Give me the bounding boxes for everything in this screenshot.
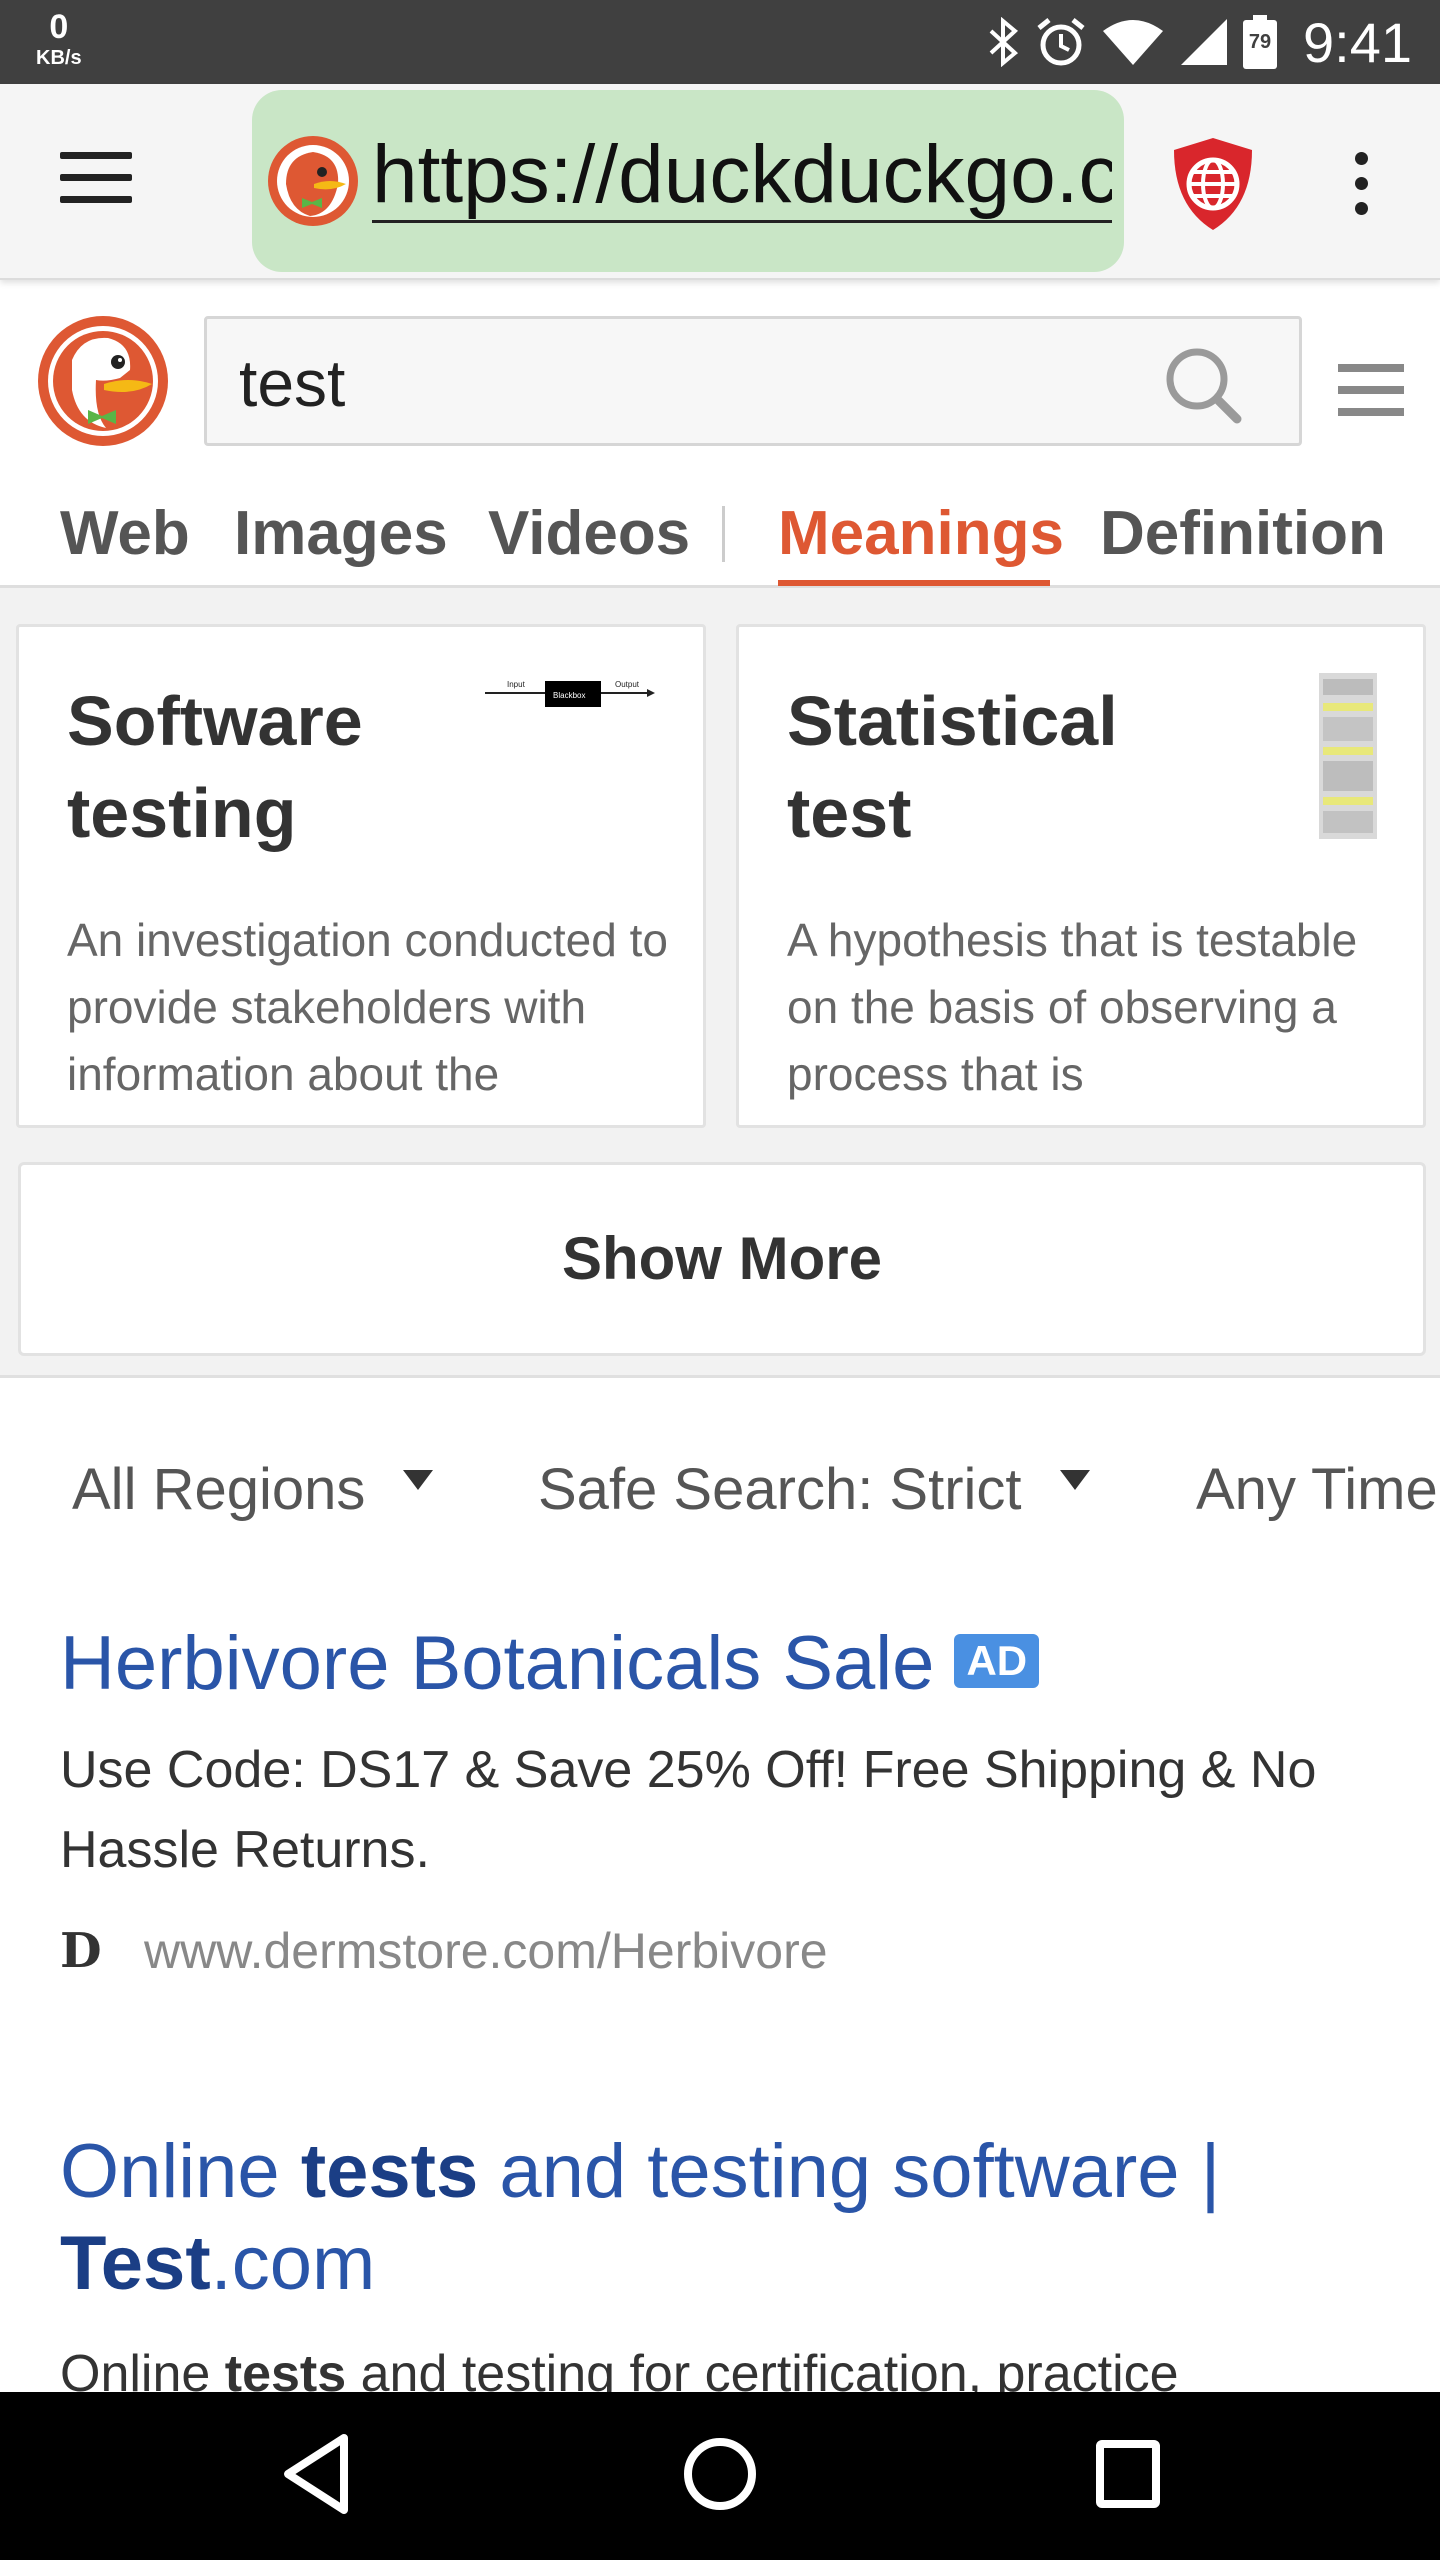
safe-search-filter-label: Safe Search: Strict <box>538 1457 1022 1522</box>
search-input[interactable]: test <box>239 345 345 421</box>
result-title-part[interactable]: Online <box>60 2129 301 2214</box>
kebab-menu-icon[interactable] <box>1346 152 1376 222</box>
bluetooth-icon <box>989 17 1019 67</box>
home-icon[interactable] <box>682 2432 758 2516</box>
diagram-input-label: Input <box>507 680 526 689</box>
recents-icon[interactable] <box>1092 2432 1164 2516</box>
address-bar[interactable]: https://duckduckgo.com/?q=test <box>252 90 1124 272</box>
network-speed-unit: KB/s <box>36 47 82 69</box>
result-title-highlight[interactable]: Test <box>60 2221 211 2306</box>
active-tab-indicator <box>778 580 1050 586</box>
result-title-text[interactable]: Herbivore Botanicals Sale <box>60 1621 934 1706</box>
region-filter[interactable]: All Regions <box>72 1456 434 1523</box>
result-title-part[interactable]: .com <box>211 2221 376 2306</box>
tab-definition[interactable]: Definition <box>1100 498 1386 569</box>
show-more-button[interactable]: Show More <box>18 1162 1426 1356</box>
result-url-text[interactable]: www.dermstore.com/Herbivore <box>144 1922 828 1980</box>
site-favicon-icon: D <box>60 1923 102 1979</box>
search-tabs: Web Images Videos Meanings Definition <box>0 480 1440 588</box>
safe-search-filter[interactable]: Safe Search: Strict <box>538 1456 1090 1523</box>
back-icon[interactable] <box>280 2432 352 2516</box>
battery-level: 79 <box>1248 31 1272 53</box>
meaning-card-description: An investigation conducted to provide st… <box>67 914 668 1100</box>
region-filter-label: All Regions <box>72 1457 366 1522</box>
time-filter[interactable]: Any Time <box>1196 1456 1438 1523</box>
magnifier-icon[interactable] <box>1163 345 1243 425</box>
blackbox-diagram-image: Input Blackbox Output <box>485 680 655 707</box>
network-speed: 0 KB/s <box>36 10 82 68</box>
wifi-icon <box>1103 20 1163 65</box>
hamburger-menu-icon[interactable] <box>60 152 132 212</box>
search-filters: All Regions Safe Search: Strict Any Time <box>0 1428 1440 1548</box>
ad-badge: AD <box>954 1634 1040 1688</box>
diagram-output-label: Output <box>615 680 640 689</box>
browser-toolbar: https://duckduckgo.com/?q=test <box>0 84 1440 280</box>
dropdown-arrow-icon <box>1059 1469 1090 1490</box>
meaning-card-title: Statistical test <box>787 682 1118 852</box>
tab-videos[interactable]: Videos <box>488 498 690 569</box>
time-filter-label: Any Time <box>1196 1457 1438 1522</box>
meaning-card-description: A hypothesis that is testable on the bas… <box>787 914 1358 1100</box>
result-title-part[interactable]: and testing software | <box>478 2129 1220 2214</box>
duckduckgo-logo-icon[interactable] <box>36 314 170 448</box>
url-text[interactable]: https://duckduckgo.com/?q=test <box>372 130 1112 224</box>
battery-icon: 79 <box>1243 15 1277 69</box>
search-box[interactable]: test <box>204 316 1302 446</box>
dropdown-arrow-icon <box>403 1469 434 1490</box>
status-bar: 0 KB/s 79 9:41 <box>0 0 1440 84</box>
meaning-card-statistical-test[interactable]: Statistical test A hypothesis that is te… <box>736 624 1426 1128</box>
cell-signal-icon <box>1181 19 1227 65</box>
tab-divider <box>722 506 725 562</box>
tab-web[interactable]: Web <box>60 498 190 569</box>
result-title-highlight[interactable]: tests <box>301 2129 478 2214</box>
result-title-link[interactable]: Herbivore Botanicals Sale AD <box>60 1618 1040 1710</box>
statistical-table-image <box>1319 673 1377 839</box>
settings-menu-icon[interactable] <box>1338 364 1404 430</box>
tab-images[interactable]: Images <box>234 498 448 569</box>
shield-globe-icon[interactable] <box>1170 136 1256 232</box>
status-icons: 79 9:41 <box>987 0 1412 84</box>
result-url[interactable]: D www.dermstore.com/Herbivore <box>60 1922 828 1980</box>
meaning-card-software-testing[interactable]: Software testing Input Blackbox Output A… <box>16 624 706 1128</box>
result-title-link[interactable]: Online tests and testing software | Test… <box>60 2126 1400 2310</box>
android-nav-bar <box>0 2392 1440 2560</box>
clock: 9:41 <box>1303 10 1412 74</box>
network-speed-value: 0 <box>49 8 69 46</box>
meanings-section: Software testing Input Blackbox Output A… <box>0 588 1440 1378</box>
diagram-blackbox-label: Blackbox <box>553 691 585 700</box>
duckduckgo-favicon-icon <box>268 136 358 226</box>
meaning-card-title: Software testing <box>67 682 363 852</box>
tab-meanings[interactable]: Meanings <box>778 498 1064 569</box>
result-snippet: Use Code: DS17 & Save 25% Off! Free Ship… <box>60 1741 1317 1879</box>
alarm-icon <box>1037 18 1085 66</box>
